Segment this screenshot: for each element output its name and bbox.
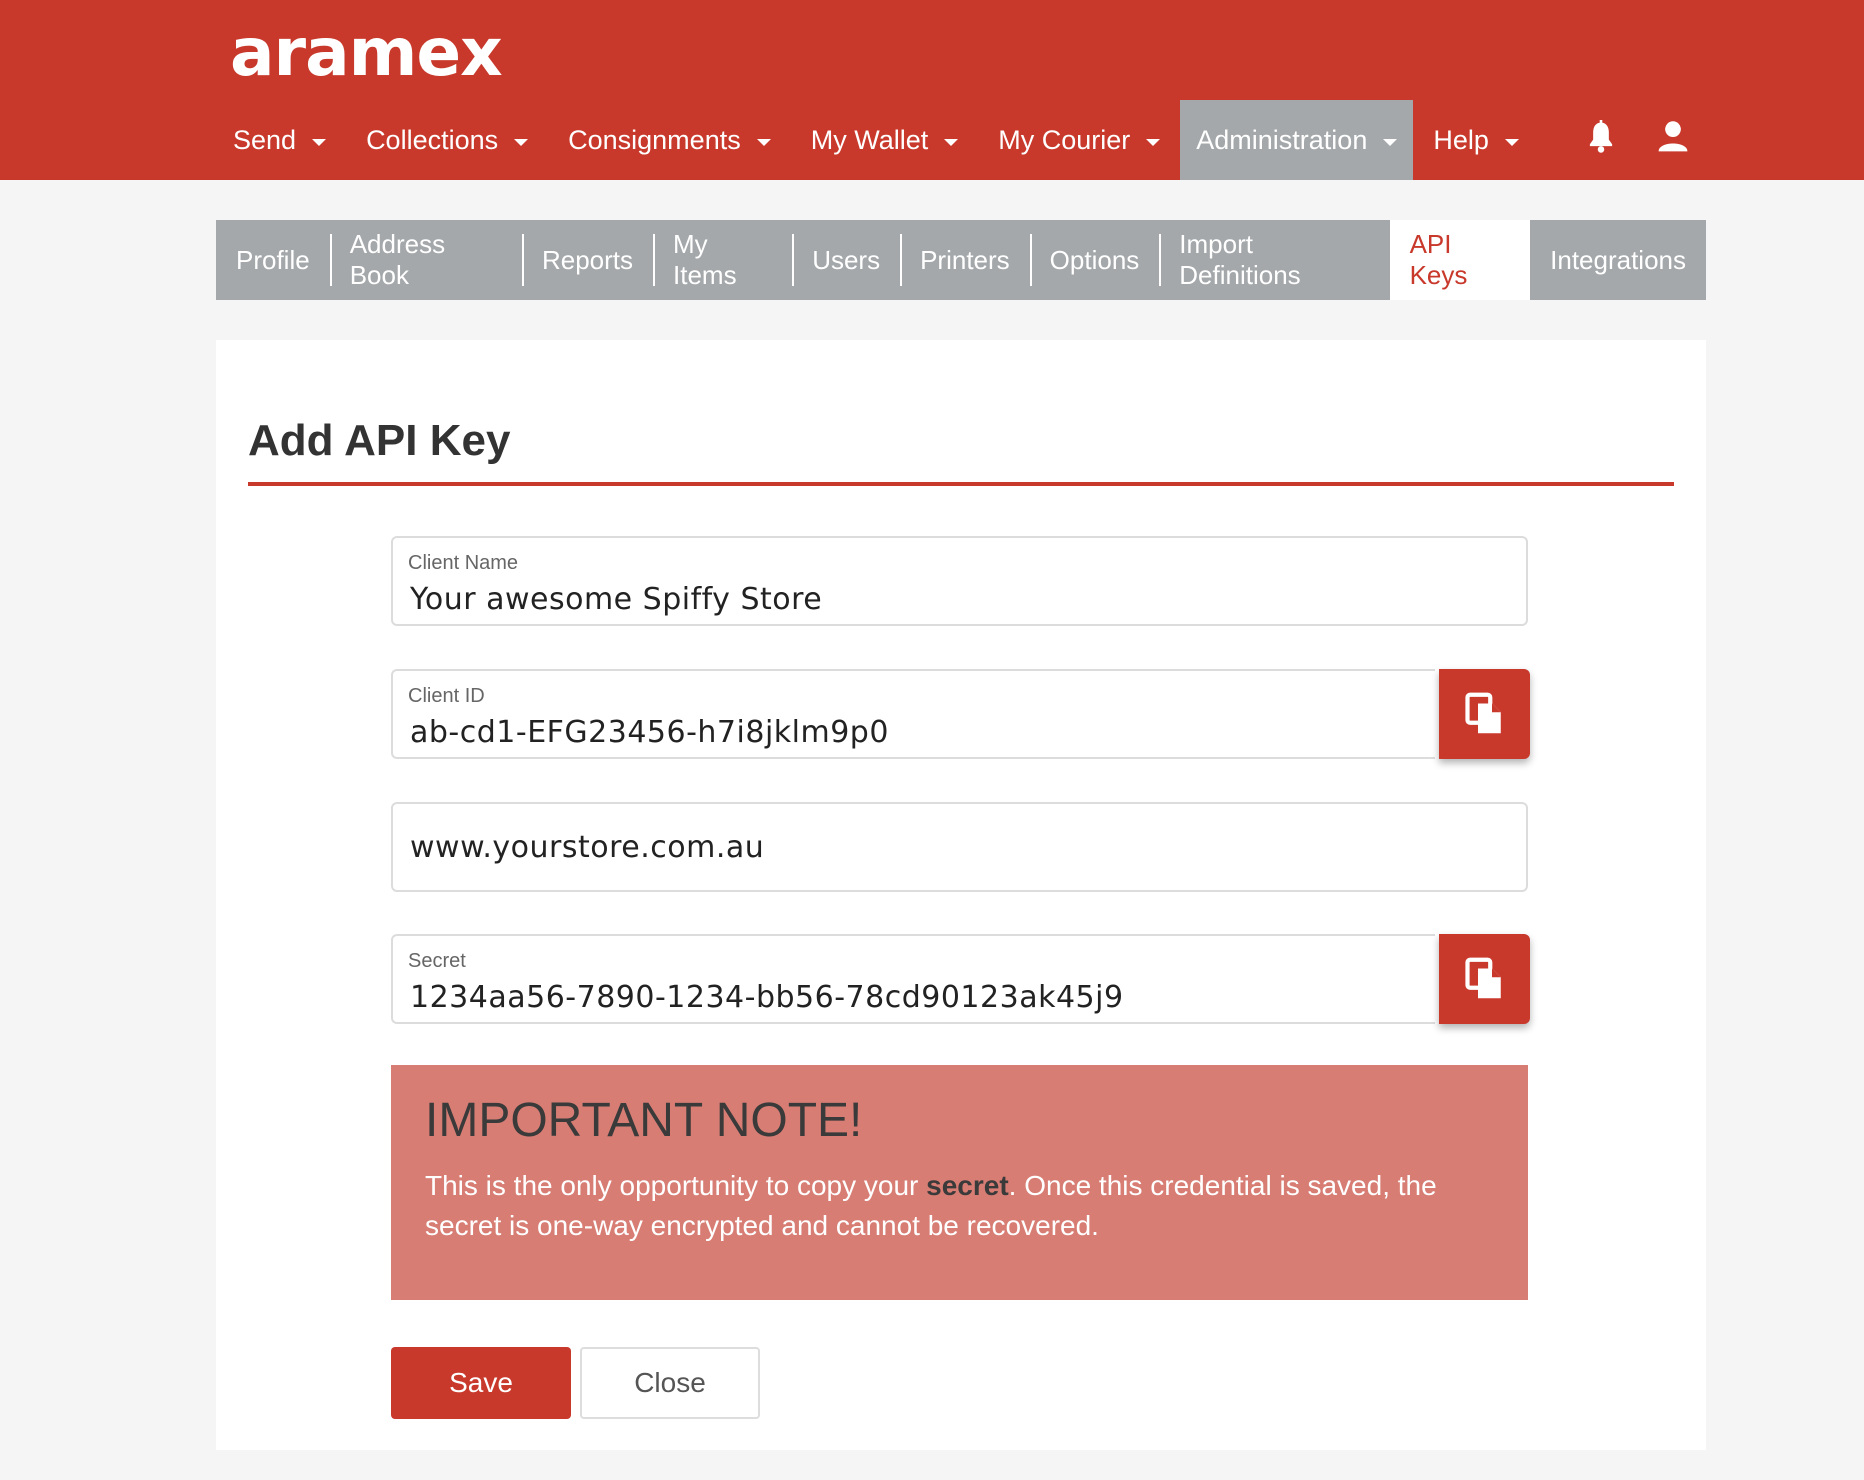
top-icons <box>1585 120 1689 154</box>
page-title: Add API Key <box>248 416 511 465</box>
nav-administration[interactable]: Administration <box>1180 100 1414 180</box>
website-url-value: www.yourstore.com.au <box>410 830 765 865</box>
client-id-field[interactable]: Client ID ab-cd1-EFG23456-h7i8jklm9p0 <box>391 669 1435 759</box>
main-nav: Send Collections Consignments My Wallet … <box>213 100 1539 180</box>
close-button[interactable]: Close <box>580 1347 760 1419</box>
caret-down-icon <box>756 138 771 146</box>
caret-down-icon <box>312 138 327 146</box>
client-name-value: Your awesome Spiffy Store <box>410 582 823 617</box>
aramex-logo[interactable]: aramex <box>230 14 503 91</box>
secret-value: 1234aa56-7890-1234-bb56-78cd90123ak45j9 <box>410 980 1124 1015</box>
tab-integrations[interactable]: Integrations <box>1530 220 1706 300</box>
nav-label: Consignments <box>568 124 741 155</box>
client-name-field[interactable]: Client Name Your awesome Spiffy Store <box>391 536 1528 626</box>
caret-down-icon <box>514 138 529 146</box>
add-api-key-card: Add API Key Client Name Your awesome Spi… <box>216 340 1706 1450</box>
note-text-bold: secret <box>926 1170 1009 1201</box>
caret-down-icon <box>944 138 959 146</box>
tab-my-items[interactable]: My Items <box>653 220 792 300</box>
nav-consignments[interactable]: Consignments <box>548 100 791 180</box>
save-button[interactable]: Save <box>391 1347 571 1419</box>
nav-label: Help <box>1433 124 1489 155</box>
client-id-value: ab-cd1-EFG23456-h7i8jklm9p0 <box>410 715 889 750</box>
title-divider <box>248 482 1674 486</box>
secret-field[interactable]: Secret 1234aa56-7890-1234-bb56-78cd90123… <box>391 934 1435 1024</box>
admin-subtabs: Profile Address Book Reports My Items Us… <box>216 220 1706 300</box>
user-icon[interactable] <box>1657 120 1689 154</box>
tab-reports[interactable]: Reports <box>521 220 653 300</box>
top-bar: aramex Send Collections Consignments My … <box>0 0 1864 180</box>
note-text-part: This is the only opportunity to copy you… <box>425 1170 927 1201</box>
note-title: IMPORTANT NOTE! <box>425 1094 863 1147</box>
nav-label: My Courier <box>998 124 1131 155</box>
note-text: This is the only opportunity to copy you… <box>425 1166 1494 1246</box>
copy-secret-button[interactable] <box>1439 934 1530 1024</box>
tab-printers[interactable]: Printers <box>900 220 1030 300</box>
bell-icon[interactable] <box>1585 120 1617 154</box>
nav-my-courier[interactable]: My Courier <box>978 100 1180 180</box>
tab-profile[interactable]: Profile <box>216 220 330 300</box>
copy-client-id-button[interactable] <box>1439 669 1530 759</box>
nav-help[interactable]: Help <box>1413 100 1539 180</box>
nav-my-wallet[interactable]: My Wallet <box>791 100 979 180</box>
client-id-label: Client ID <box>408 685 485 707</box>
tab-import-definitions[interactable]: Import Definitions <box>1159 220 1389 300</box>
tab-users[interactable]: Users <box>792 220 900 300</box>
tab-api-keys[interactable]: API Keys <box>1389 220 1531 300</box>
nav-collections[interactable]: Collections <box>346 100 548 180</box>
nav-label: Collections <box>366 124 499 155</box>
website-url-field[interactable]: www.yourstore.com.au <box>391 802 1528 892</box>
copy-icon <box>1464 692 1501 734</box>
caret-down-icon <box>1146 138 1161 146</box>
client-name-label: Client Name <box>408 552 519 574</box>
caret-down-icon <box>1383 138 1398 146</box>
tab-options[interactable]: Options <box>1029 220 1160 300</box>
tab-address-book[interactable]: Address Book <box>329 220 522 300</box>
secret-label: Secret <box>408 950 466 972</box>
caret-down-icon <box>1504 138 1519 146</box>
important-note: IMPORTANT NOTE! This is the only opportu… <box>391 1065 1528 1300</box>
copy-icon <box>1464 957 1501 999</box>
nav-label: My Wallet <box>810 124 929 155</box>
nav-send[interactable]: Send <box>213 100 346 180</box>
nav-label: Administration <box>1196 124 1368 155</box>
nav-label: Send <box>233 124 297 155</box>
